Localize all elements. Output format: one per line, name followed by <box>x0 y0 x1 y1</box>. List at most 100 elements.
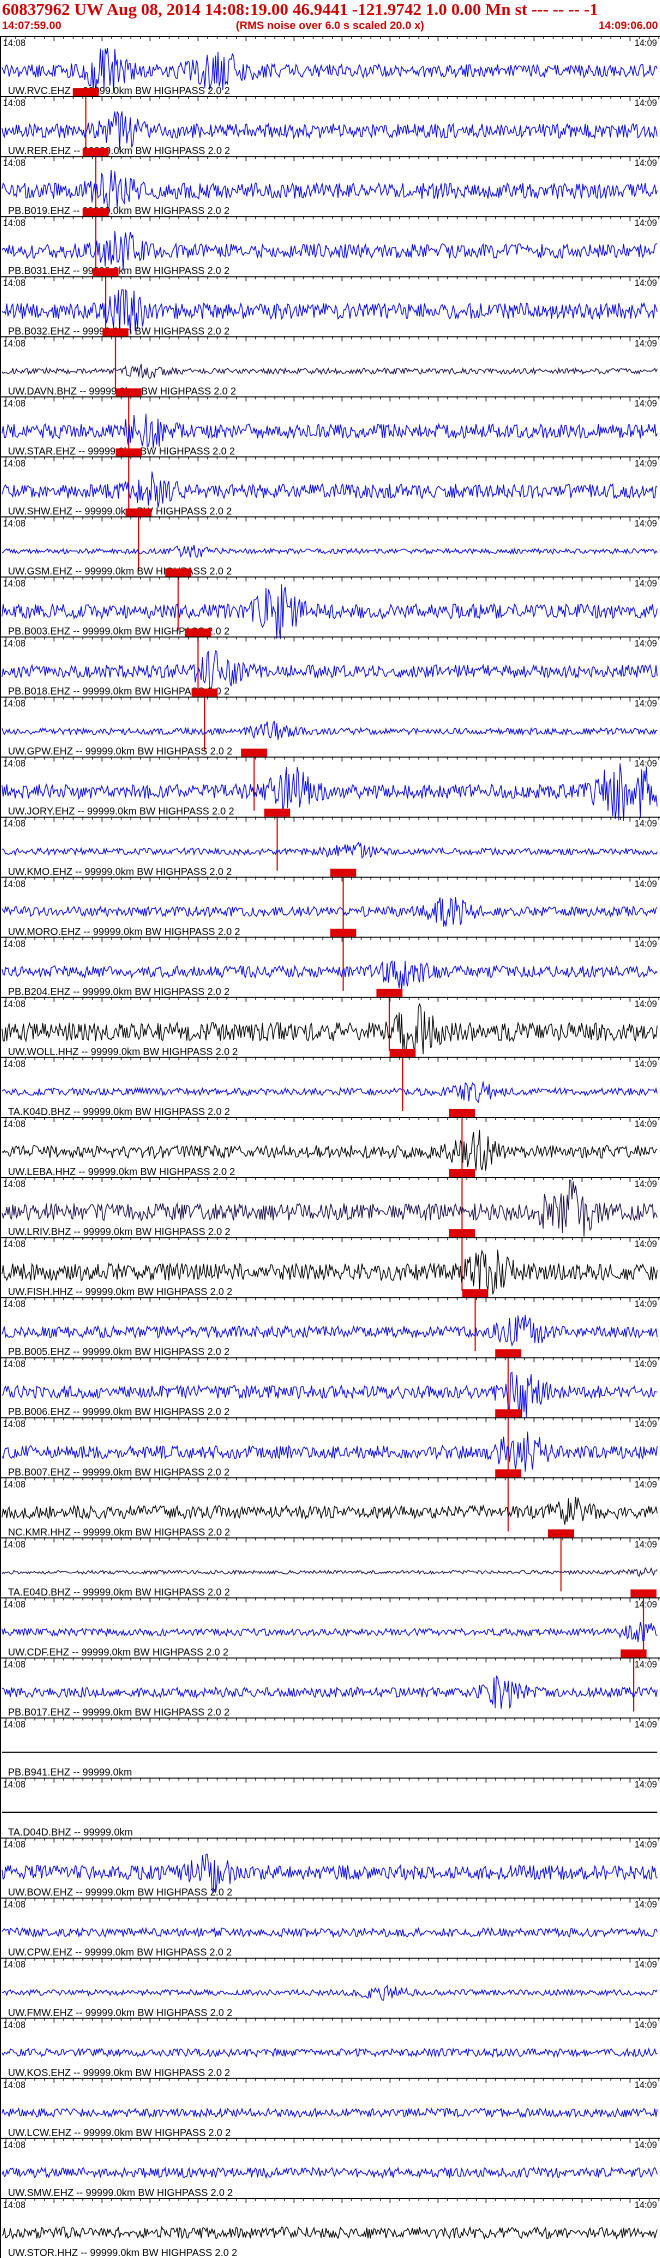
x-start-label: 14:08 <box>3 1419 26 1429</box>
trace-row: 14:08 14:09 UW.SHW.EHZ -- 99999.0km BW HIG… <box>0 456 660 571</box>
channel-label: PB.B204.EHZ -- 99999.0km BW HIGHPASS 2.0… <box>8 987 230 998</box>
x-start-label: 14:08 <box>3 1900 26 1910</box>
trace-row: 14:08 14:09 PB.B941.EHZ -- 99999.0km <box>0 1717 660 1779</box>
x-end-label: 14:09 <box>634 38 657 48</box>
channel-label: UW.MORO.EHZ -- 99999.0km BW HIGHPASS 2.0… <box>8 927 241 938</box>
x-start-label: 14:08 <box>3 2200 26 2210</box>
x-end-label: 14:09 <box>634 578 657 588</box>
channel-label: TA.D04D.BHZ -- 99999.0km <box>8 1828 133 1839</box>
x-end-label: 14:09 <box>634 1840 657 1850</box>
x-start-label: 14:08 <box>3 879 26 889</box>
waveform-line <box>1 545 658 558</box>
x-end-label: 14:09 <box>634 1720 657 1730</box>
x-end-label: 14:09 <box>634 1359 657 1369</box>
pick-flag <box>115 388 142 397</box>
trace-row: 14:08 14:09 UW.STOR.HHZ -- 99999.0km BW HI… <box>0 2197 660 2258</box>
x-end-label: 14:09 <box>634 699 657 709</box>
pick-flag <box>620 1649 647 1658</box>
x-end-label: 14:09 <box>634 1239 657 1249</box>
waveform-line <box>2 1675 658 1709</box>
x-end-label: 14:09 <box>634 1659 657 1669</box>
x-end-label: 14:09 <box>634 398 657 408</box>
channel-label: PB.B031.EHZ -- 99999.0km BW HIGHPASS 2.0… <box>8 266 230 277</box>
channel-label: UW.LRIV.BHZ -- 99999.0km BW HIGHPASS 2.0… <box>8 1227 231 1238</box>
x-end-label: 14:09 <box>634 819 657 829</box>
waveform-line <box>1 363 658 379</box>
x-end-label: 14:09 <box>634 218 657 228</box>
pick-flag <box>449 1108 475 1117</box>
pick-flag <box>92 268 119 277</box>
x-start-label: 14:08 <box>3 1479 26 1489</box>
waveform-line <box>1 230 658 272</box>
waveform-line <box>1 1129 658 1171</box>
x-start-label: 14:08 <box>3 2080 26 2090</box>
x-start-label: 14:08 <box>3 939 26 949</box>
pick-flag <box>102 328 129 337</box>
waveform-line <box>2 841 658 859</box>
pick-flag <box>462 1289 489 1298</box>
trace-row: 14:08 14:09 UW.CPW.EHZ -- 99999.0km BW HIG… <box>0 1897 660 1959</box>
x-end-label: 14:09 <box>634 98 657 108</box>
pick-flag <box>125 508 152 517</box>
channel-label: UW.LCW.EHZ -- 99999.0km BW HIGHPASS 2.0 … <box>8 2128 231 2139</box>
waveform-line <box>1 413 658 449</box>
pick-flag <box>376 988 403 997</box>
x-start-label: 14:08 <box>3 759 26 769</box>
pick-flag <box>165 568 192 577</box>
x-start-label: 14:08 <box>3 1720 26 1730</box>
channel-label: PB.B017.EHZ -- 99999.0km BW HIGHPASS 2.0… <box>8 1708 230 1719</box>
channel-label: NC.KMR.HHZ -- 99999.0km BW HIGHPASS 2.0 … <box>8 1527 231 1538</box>
x-end-label: 14:09 <box>634 1900 657 1910</box>
x-end-label: 14:09 <box>634 2200 657 2210</box>
trace-row: 14:08 14:09PB.B018.EHZ -- 99999.0km BW HI… <box>0 636 660 751</box>
pick-flag <box>548 1529 574 1538</box>
x-start-label: 14:08 <box>3 1359 26 1369</box>
event-title: 60837962 UW Aug 08, 2014 14:08:19.00 46.… <box>2 0 599 19</box>
trace-row: 14:08 14:09 UW.BOW.EHZ -- 99999.0km BW HIG… <box>0 1837 660 1899</box>
x-start-label: 14:08 <box>3 158 26 168</box>
channel-label: UW.LEBA.HHZ -- 99999.0km BW HIGHPASS 2.0… <box>8 1167 236 1178</box>
waveform-line <box>1 1984 658 2001</box>
x-start-label: 14:08 <box>3 1840 26 1850</box>
x-start-label: 14:08 <box>3 1299 26 1309</box>
channel-label: PB.B005.EHZ -- 99999.0km BW HIGHPASS 2.0… <box>8 1347 230 1358</box>
pick-flag <box>495 1349 522 1358</box>
end-time-label: 14:09:06.00 <box>598 20 658 32</box>
x-start-label: 14:08 <box>3 1539 26 1549</box>
waveform-line <box>1 2047 658 2058</box>
x-start-label: 14:08 <box>3 2140 26 2150</box>
waveform-line <box>1 2225 658 2241</box>
channel-label: UW.WOLL.HHZ -- 99999.0km BW HIGHPASS 2.0… <box>8 1047 238 1058</box>
x-start-label: 14:08 <box>3 819 26 829</box>
x-end-label: 14:09 <box>634 518 657 528</box>
x-end-label: 14:09 <box>634 338 657 348</box>
x-end-label: 14:09 <box>634 1179 657 1189</box>
x-start-label: 14:08 <box>3 1059 26 1069</box>
x-end-label: 14:09 <box>634 1960 657 1970</box>
x-start-label: 14:08 <box>3 278 26 288</box>
waveform-line <box>1 169 658 212</box>
x-start-label: 14:08 <box>3 1119 26 1129</box>
pick-flag <box>72 88 99 97</box>
x-start-label: 14:08 <box>3 398 26 408</box>
channel-label: PB.B941.EHZ -- 99999.0km <box>8 1768 132 1779</box>
pick-flag <box>115 448 142 457</box>
x-end-label: 14:09 <box>634 1599 657 1609</box>
x-start-label: 14:08 <box>3 2020 26 2030</box>
waveform-line <box>1 1081 658 1104</box>
channel-label: UW.JORY.EHZ -- 99999.0km BW HIGHPASS 2.0… <box>8 807 235 818</box>
channel-label: UW.SMW.EHZ -- 99999.0km BW HIGHPASS 2.0 … <box>8 2188 233 2199</box>
x-start-label: 14:08 <box>3 98 26 108</box>
pick-flag <box>449 1169 475 1178</box>
x-end-label: 14:09 <box>634 1419 657 1429</box>
waveform-line <box>1 1622 658 1643</box>
x-end-label: 14:09 <box>634 2080 657 2090</box>
waveform-line <box>1 471 658 508</box>
x-end-label: 14:09 <box>634 158 657 168</box>
x-end-label: 14:09 <box>634 639 657 649</box>
x-end-label: 14:09 <box>634 1299 657 1309</box>
pick-flag <box>82 148 109 157</box>
x-end-label: 14:09 <box>634 1119 657 1129</box>
seismogram-plot: 14:08 14:09 UW.RVC.EHZ -- 99999.0km BW HIG… <box>0 36 660 2258</box>
trace-row: 14:08 14:09 PB.B204.EHZ -- 99999.0km BW HI… <box>0 936 660 1051</box>
